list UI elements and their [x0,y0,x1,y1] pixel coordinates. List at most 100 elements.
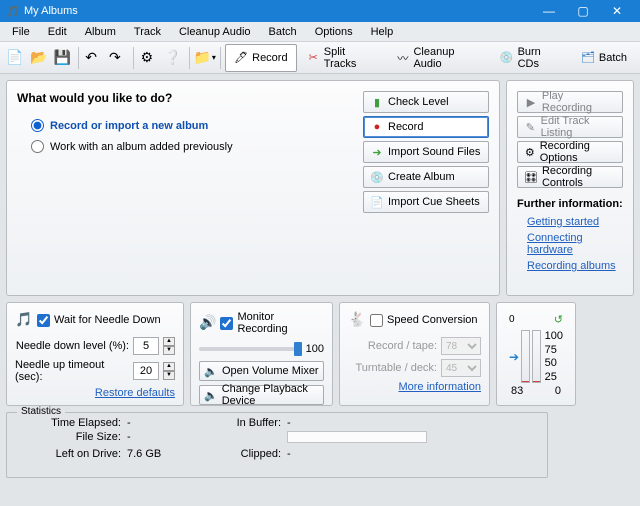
speed-panel: 🐇 Speed Conversion Record / tape: 78 Tur… [339,302,490,406]
meter-right [532,330,541,383]
needle-level-input[interactable] [133,337,159,355]
redo-button[interactable]: ↷ [107,46,130,70]
meter-bottom-left: 83 [511,385,523,397]
tab-burn-cds[interactable]: 💿Burn CDs [491,44,571,72]
recording-controls-button[interactable]: 🎛Recording Controls [517,166,623,188]
more-information-link[interactable]: More information [348,381,481,393]
menu-edit[interactable]: Edit [40,24,75,40]
wait-needle-checkbox[interactable] [37,314,50,327]
edit-icon: ✎ [524,120,537,134]
radio-work-previous-label: Work with an album added previously [50,141,233,153]
file-size-value: - [127,431,207,446]
tab-record[interactable]: 🖊Record [225,44,296,72]
wait-needle-label: Wait for Needle Down [54,314,161,326]
change-playback-device-button[interactable]: 🔈Change Playback Device [199,385,324,405]
restore-defaults-link[interactable]: Restore defaults [15,387,175,399]
turntable-label: Turntable / deck: [348,362,437,374]
record-tape-select[interactable]: 78 [441,337,481,355]
clipped-value: - [287,448,537,460]
radio-record-import[interactable] [31,119,44,132]
monitor-panel: 🔊 Monitor Recording 100 🔈Open Volume Mix… [190,302,333,406]
menubar: File Edit Album Track Cleanup Audio Batc… [0,22,640,42]
menu-options[interactable]: Options [307,24,361,40]
monitor-checkbox[interactable] [220,317,233,330]
volume-slider[interactable] [199,347,302,351]
link-recording-albums[interactable]: Recording albums [527,260,623,272]
play-recording-button[interactable]: ▶Play Recording [517,91,623,113]
needle-timeout-input[interactable] [133,362,159,380]
close-button[interactable]: ✕ [600,0,634,22]
link-getting-started[interactable]: Getting started [527,216,623,228]
options-button[interactable]: ⚙ [138,46,161,70]
maximize-button[interactable]: ▢ [566,0,600,22]
open-button[interactable]: 📂 [28,46,51,70]
app-icon: 🎵 [6,4,20,18]
record-tape-label: Record / tape: [348,340,437,352]
help-button[interactable]: ❔ [162,46,185,70]
import-cue-button[interactable]: 📄Import Cue Sheets [363,191,489,213]
cue-icon: 📄 [370,195,384,209]
speed-checkbox[interactable] [370,314,383,327]
further-heading: Further information: [517,198,623,210]
undo-button[interactable]: ↶ [83,46,106,70]
level-icon: ▮ [370,95,384,109]
speed-icon: 🐇 [348,311,366,329]
in-buffer-value: - [287,417,537,429]
menu-track[interactable]: Track [126,24,169,40]
open-volume-mixer-button[interactable]: 🔈Open Volume Mixer [199,361,324,381]
needle-timeout-down[interactable]: ▼ [163,371,175,380]
time-elapsed-label: Time Elapsed: [17,417,127,429]
statistics-legend: Statistics [17,406,65,417]
cleanup-icon: 〰 [396,51,409,65]
burn-icon: 💿 [500,51,514,65]
meter-arrow-icon: ➔ [509,330,519,383]
record-button[interactable]: ●Record [363,116,489,138]
link-connecting-hardware[interactable]: Connecting hardware [527,232,623,256]
folder-dropdown[interactable]: 📁▾ [194,46,217,70]
menu-file[interactable]: File [4,24,38,40]
meter-zero: 0 [509,314,515,325]
speed-label: Speed Conversion [387,314,478,326]
needle-timeout-up[interactable]: ▲ [163,362,175,371]
needle-level-down[interactable]: ▼ [163,346,175,355]
menu-batch[interactable]: Batch [261,24,305,40]
left-on-drive-value: 7.6 GB [127,448,207,460]
titlebar: 🎵 My Albums — ▢ ✕ [0,0,640,22]
tab-batch[interactable]: 🗂Batch [572,44,636,72]
edit-track-listing-button[interactable]: ✎Edit Track Listing [517,116,623,138]
record-icon: 🖊 [234,51,248,65]
mixer-icon: 🔈 [204,364,218,378]
menu-album[interactable]: Album [77,24,124,40]
monitor-label: Monitor Recording [237,311,324,335]
in-buffer-label: In Buffer: [207,417,287,429]
radio-record-import-label: Record or import a new album [50,120,208,132]
menu-help[interactable]: Help [363,24,402,40]
statistics-panel: Statistics Time Elapsed: - In Buffer: - … [6,412,548,478]
create-album-button[interactable]: 💿Create Album [363,166,489,188]
needle-level-up[interactable]: ▲ [163,337,175,346]
needle-level-label: Needle down level (%): [16,340,129,352]
recording-options-button[interactable]: ⚙Recording Options [517,141,623,163]
toolbar: 📄 📂 💾 ↶ ↷ ⚙ ❔ 📁▾ 🖊Record ✂Split Tracks 〰… [0,42,640,74]
volume-value: 100 [306,343,324,355]
tab-split-tracks[interactable]: ✂Split Tracks [298,44,387,72]
radio-work-previous[interactable] [31,140,44,153]
device-icon: 🔈 [204,388,218,402]
menu-cleanup-audio[interactable]: Cleanup Audio [171,24,259,40]
left-on-drive-label: Left on Drive: [17,448,127,460]
import-sound-button[interactable]: ➜Import Sound Files [363,141,489,163]
side-panel: ▶Play Recording ✎Edit Track Listing ⚙Rec… [506,80,634,296]
main-panel: What would you like to do? Record or imp… [6,80,500,296]
meter-scale: 100 75 50 25 [543,330,563,383]
new-button[interactable]: 📄 [4,46,27,70]
turntable-select[interactable]: 45 [441,359,481,377]
buffer-progress [287,431,427,443]
minimize-button[interactable]: — [532,0,566,22]
save-button[interactable]: 💾 [51,46,74,70]
disc-icon: 💿 [370,170,384,184]
check-level-button[interactable]: ▮Check Level [363,91,489,113]
split-icon: ✂ [307,51,320,65]
tab-cleanup-audio[interactable]: 〰Cleanup Audio [387,44,490,72]
reset-meter-icon[interactable]: ↺ [554,313,563,326]
batch-icon: 🗂 [581,51,595,65]
